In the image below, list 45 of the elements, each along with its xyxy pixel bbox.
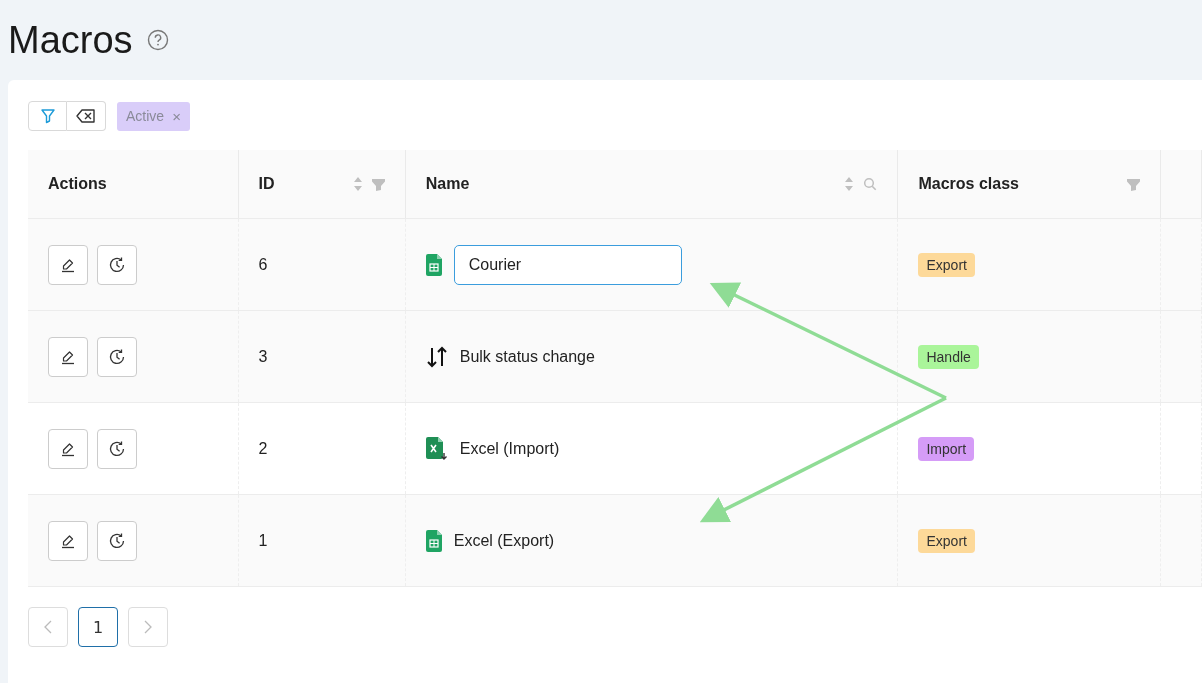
spreadsheet-icon — [425, 529, 442, 552]
page-title: Macros — [8, 18, 133, 62]
class-tag: Handle — [918, 344, 979, 369]
filter-tag-label: Active — [126, 108, 165, 124]
clock-icon — [108, 347, 126, 366]
table-cell: 1 — [238, 495, 406, 586]
clock-icon — [108, 531, 126, 550]
macro-name: Bulk status change — [459, 347, 595, 366]
table-cell: 6 — [238, 219, 406, 310]
table-cell: 3 — [238, 311, 406, 402]
clear-filters-button[interactable] — [67, 101, 106, 131]
edit-button[interactable] — [48, 336, 88, 377]
class-tag: Export — [918, 252, 975, 277]
clock-icon — [108, 439, 126, 458]
pencil-icon — [60, 256, 76, 273]
edit-button[interactable] — [48, 244, 88, 285]
pencil-icon — [60, 440, 76, 457]
backspace-icon — [76, 108, 96, 124]
edit-button[interactable] — [48, 520, 88, 561]
page-button[interactable]: 1 — [78, 607, 118, 647]
column-header-label: Actions — [48, 175, 107, 193]
history-button[interactable] — [97, 520, 137, 561]
name-input-field[interactable]: Courier — [453, 244, 682, 285]
clock-icon — [108, 255, 126, 274]
macro-name: Excel (Export) — [453, 531, 555, 550]
pencil-icon — [60, 532, 76, 549]
class-tag: Export — [918, 528, 975, 553]
chevron-right-icon — [144, 620, 152, 634]
up-down-arrows-icon — [425, 345, 448, 368]
column-header-label: ID — [258, 175, 275, 193]
excel-file-icon — [425, 436, 448, 461]
history-button[interactable] — [97, 336, 137, 377]
history-button[interactable] — [97, 244, 137, 285]
spreadsheet-icon — [425, 253, 442, 276]
chevron-left-icon — [44, 620, 52, 634]
table-cell: 2 — [238, 403, 406, 494]
history-button[interactable] — [97, 428, 137, 469]
class-tag: Import — [918, 436, 975, 461]
help-icon[interactable] — [146, 29, 169, 51]
edit-button[interactable] — [48, 428, 88, 469]
column-header-label: Name — [425, 175, 470, 193]
filter-icon — [39, 108, 56, 124]
macro-name: Excel (Import) — [459, 439, 560, 458]
column-header-label: Macros class — [918, 175, 1019, 193]
pencil-icon — [60, 348, 76, 365]
